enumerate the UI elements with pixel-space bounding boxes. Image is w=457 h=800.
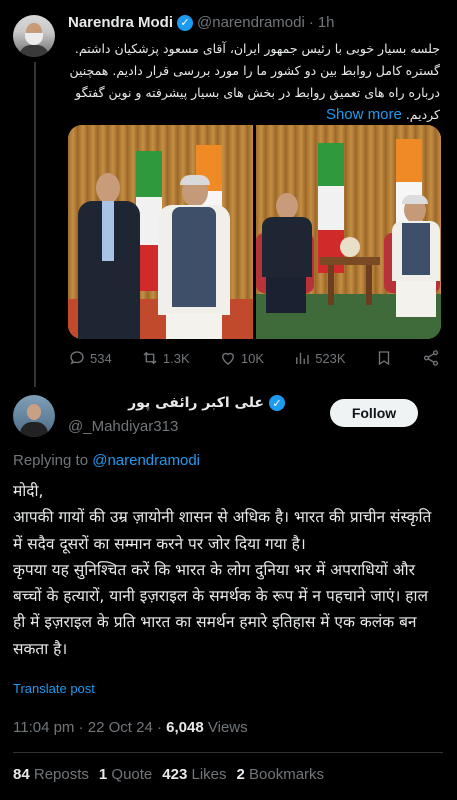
- photo-seated-meeting[interactable]: [256, 125, 441, 339]
- show-more-link[interactable]: Show more: [326, 106, 402, 123]
- tweet-text: جلسه بسیار خوبی با رئیس جمهور ایران، آقا…: [68, 38, 440, 126]
- reply-time[interactable]: 11:04 pm: [13, 719, 74, 736]
- reply-views-count: 6,048: [166, 719, 204, 736]
- reposts-label: Reposts: [33, 766, 89, 783]
- analytics-icon: [296, 352, 309, 364]
- bookmark-icon: [378, 351, 389, 366]
- share-icon: [423, 350, 439, 366]
- tweet-actions: 534 1.3K 10K 523K: [68, 349, 440, 367]
- reply-body-line: मोदी,: [13, 482, 44, 500]
- heart-icon: [221, 352, 234, 365]
- reply-meta: 11:04 pm · 22 Oct 24 · 6,048 Views: [13, 719, 248, 736]
- verified-badge-icon: ✓: [177, 14, 194, 31]
- reply-icon: [70, 351, 84, 365]
- bookmarks-count: 2: [236, 766, 245, 783]
- reply-body-line: आपकी गायों की उम्र ज़ायोनी शासन से अधिक …: [13, 508, 432, 553]
- reply-author: علی اکبر رائفی پور ✓: [128, 395, 285, 411]
- reply-views-label: Views: [207, 719, 248, 736]
- bookmark-action[interactable]: [375, 349, 393, 367]
- translate-post-link[interactable]: Translate post: [13, 681, 95, 696]
- views-count: 523K: [315, 350, 346, 366]
- quotes-label: Quote: [111, 766, 153, 783]
- reply-body: मोदी, आपकी गायों की उम्र ज़ायोनी शासन से…: [13, 478, 443, 662]
- reply-avatar[interactable]: [13, 395, 55, 437]
- tweet-media[interactable]: [68, 125, 441, 339]
- bookmarks-stat[interactable]: 2 Bookmarks: [237, 766, 325, 783]
- header-separator: ·: [308, 14, 314, 31]
- meta-separator: ·: [157, 719, 162, 736]
- reply-stats: 84 Reposts 1 Quote 423 Likes 2 Bookmarks: [13, 766, 324, 783]
- author-name[interactable]: Narendra Modi: [68, 14, 173, 31]
- follow-button[interactable]: Follow: [330, 399, 418, 427]
- replying-to-link[interactable]: @narendramodi: [92, 452, 200, 469]
- likes-count: 423: [162, 766, 188, 783]
- tweet-header: Narendra Modi ✓ @narendramodi · 1h: [68, 14, 335, 31]
- author-handle[interactable]: @narendramodi: [197, 14, 305, 31]
- reply-author-handle[interactable]: @_Mahdiyar313: [68, 418, 178, 435]
- photo-handshake[interactable]: [68, 125, 253, 339]
- quotes-count: 1: [98, 766, 108, 783]
- likes-label: Likes: [191, 766, 227, 783]
- reply-count: 534: [90, 350, 112, 366]
- reply-author-name[interactable]: علی اکبر رائفی پور: [128, 395, 264, 411]
- views-action[interactable]: 523K: [293, 349, 346, 367]
- repost-icon: [143, 351, 157, 365]
- tweet-timestamp[interactable]: 1h: [318, 14, 335, 31]
- share-action[interactable]: [422, 349, 440, 367]
- like-count: 10K: [240, 350, 264, 366]
- reposts-stat[interactable]: 84 Reposts: [13, 766, 89, 783]
- verified-badge-icon: ✓: [269, 395, 285, 411]
- likes-stat[interactable]: 423 Likes: [162, 766, 226, 783]
- reply-action[interactable]: 534: [68, 349, 112, 367]
- replying-to: Replying to @narendramodi: [13, 452, 200, 469]
- bookmarks-label: Bookmarks: [249, 766, 325, 783]
- reply-date[interactable]: 22 Oct 24: [88, 719, 153, 736]
- reply-body-line: कृपया यह सुनिश्चित करें कि भारत के लोग द…: [13, 560, 429, 658]
- meta-separator: ·: [78, 719, 84, 736]
- repost-count: 1.3K: [162, 350, 190, 366]
- thread-connector-line: [34, 62, 36, 387]
- avatar[interactable]: [13, 15, 55, 57]
- repost-action[interactable]: 1.3K: [141, 349, 190, 367]
- reposts-count: 84: [13, 766, 30, 783]
- replying-prefix: Replying to: [13, 452, 89, 469]
- quotes-stat[interactable]: 1 Quote: [99, 766, 152, 783]
- divider: [13, 752, 443, 753]
- like-action[interactable]: 10K: [219, 349, 264, 367]
